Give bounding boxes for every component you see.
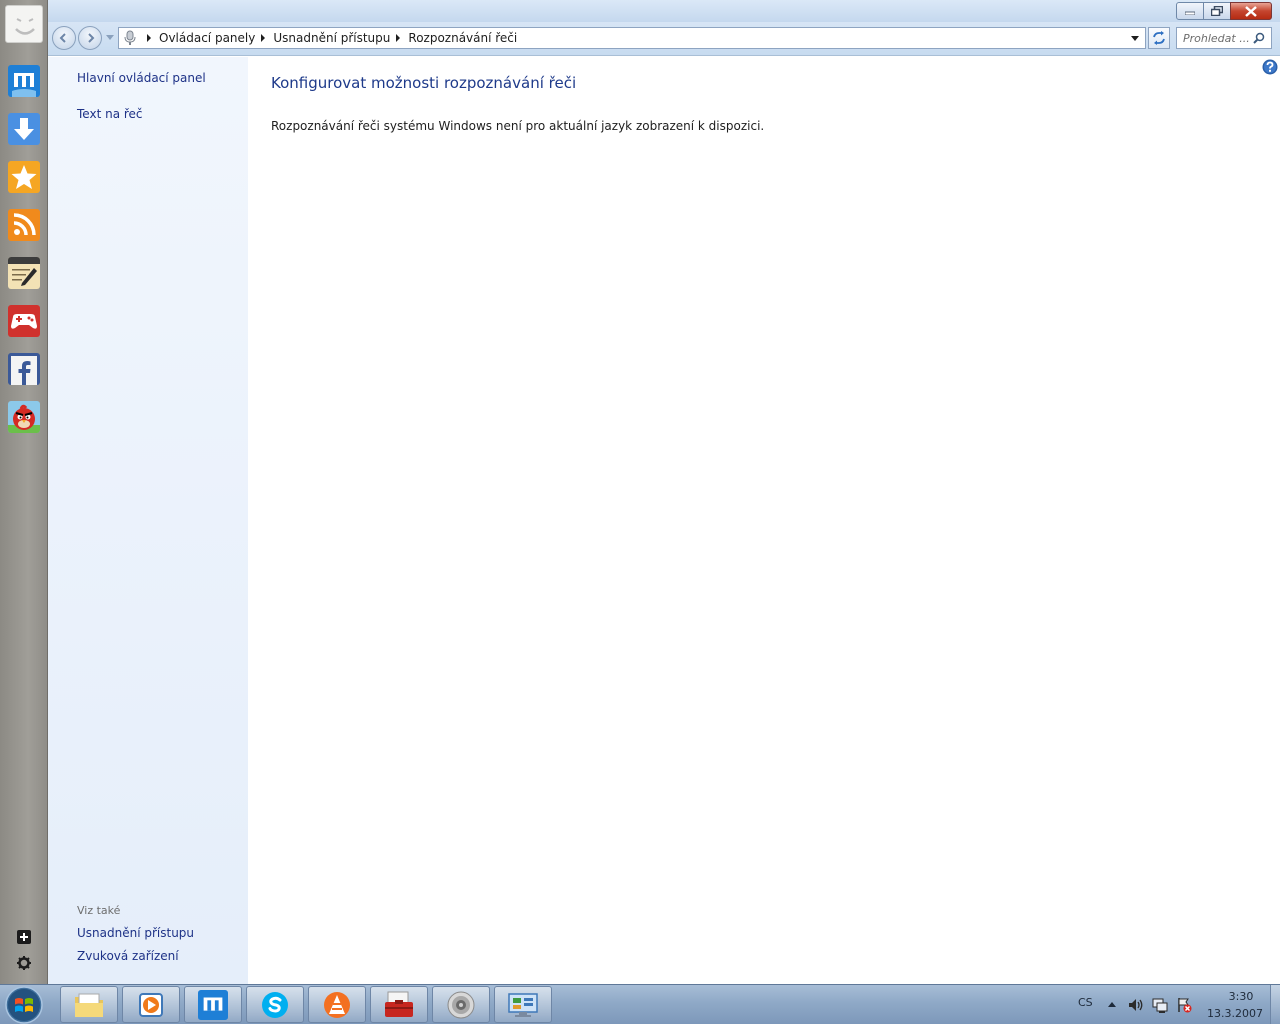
breadcrumb-ease-of-access[interactable]: Usnadnění přístupu xyxy=(273,31,390,45)
maxthon-icon[interactable] xyxy=(8,65,40,97)
task-pane: Hlavní ovládací panel Text na řeč Viz ta… xyxy=(48,57,248,984)
help-icon[interactable] xyxy=(1262,59,1278,75)
angry-birds-icon[interactable] xyxy=(8,401,40,433)
maxthon-icon xyxy=(198,989,228,1020)
rss-icon[interactable] xyxy=(8,209,40,241)
language-indicator[interactable]: CS xyxy=(1078,996,1093,1009)
taskbar-file-explorer[interactable] xyxy=(60,986,118,1023)
system-tray: CS 3:30 13.3.2007 xyxy=(1066,985,1280,1024)
notes-icon[interactable] xyxy=(8,257,40,289)
smiley-avatar-icon[interactable] xyxy=(5,5,43,43)
link-sound-devices[interactable]: Zvuková zařízení xyxy=(77,949,179,963)
taskbar-media-player[interactable] xyxy=(122,986,180,1023)
add-app-icon[interactable] xyxy=(16,929,32,945)
forward-button[interactable] xyxy=(78,26,102,50)
link-text-to-speech[interactable]: Text na řeč xyxy=(77,107,143,121)
restore-button[interactable] xyxy=(1203,2,1231,20)
action-center-alert-icon[interactable] xyxy=(1176,997,1192,1013)
speaker-icon xyxy=(447,991,475,1018)
facebook-icon[interactable] xyxy=(8,353,40,385)
microphone-icon xyxy=(124,30,136,45)
windows-start-icon[interactable] xyxy=(2,985,46,1024)
toolbox-icon xyxy=(385,991,413,1017)
network-icon[interactable] xyxy=(1152,997,1168,1013)
control-panel-window: Ovládací panely Usnadnění přístupu Rozpo… xyxy=(48,0,1280,984)
clock-date[interactable]: 13.3.2007 xyxy=(1204,1007,1266,1020)
taskbar-maxthon[interactable] xyxy=(184,986,242,1023)
breadcrumb-separator[interactable] xyxy=(147,34,151,42)
arrow-right-icon xyxy=(88,33,95,43)
download-icon[interactable] xyxy=(8,113,40,145)
search-input[interactable] xyxy=(1177,31,1253,45)
taskbar-sound[interactable] xyxy=(432,986,490,1023)
breadcrumb-control-panel[interactable]: Ovládací panely xyxy=(159,31,255,45)
title-bar[interactable] xyxy=(48,0,1280,22)
back-button[interactable] xyxy=(52,26,76,50)
taskbar-skype[interactable] xyxy=(246,986,304,1023)
link-ease-of-access[interactable]: Usnadnění přístupu xyxy=(77,926,194,940)
media-player-icon xyxy=(139,992,163,1017)
arrow-left-icon xyxy=(59,33,66,43)
minimize-button[interactable] xyxy=(1176,2,1204,20)
page-title: Konfigurovat možnosti rozpoznávání řeči xyxy=(271,74,577,92)
minimize-icon xyxy=(1185,11,1195,15)
recent-pages-chevron-icon[interactable] xyxy=(106,35,114,40)
control-panel-icon xyxy=(508,992,538,1017)
gamepad-icon[interactable] xyxy=(8,305,40,337)
taskbar-control-panel[interactable] xyxy=(494,986,552,1023)
restore-icon xyxy=(1211,6,1223,16)
vlc-icon xyxy=(324,991,350,1018)
skype-icon xyxy=(262,991,288,1018)
taskbar-vlc[interactable] xyxy=(308,986,366,1023)
star-icon[interactable] xyxy=(8,161,40,193)
show-hidden-icons-chevron-icon[interactable] xyxy=(1108,1002,1116,1007)
file-explorer-icon xyxy=(75,993,103,1017)
show-desktop-button[interactable] xyxy=(1270,985,1280,1024)
taskbar-toolbox[interactable] xyxy=(370,986,428,1023)
clock-time[interactable]: 3:30 xyxy=(1216,990,1266,1003)
main-content: Konfigurovat možnosti rozpoznávání řeči … xyxy=(248,57,1280,984)
search-icon[interactable] xyxy=(1253,32,1265,44)
see-also-heading: Viz také xyxy=(77,904,121,917)
app-dock xyxy=(0,0,48,984)
navigation-bar: Ovládací panely Usnadnění přístupu Rozpo… xyxy=(48,22,1280,56)
refresh-button[interactable] xyxy=(1148,27,1170,49)
close-icon xyxy=(1245,5,1257,17)
volume-icon[interactable] xyxy=(1128,997,1144,1013)
search-box[interactable] xyxy=(1176,27,1272,49)
breadcrumb-separator[interactable] xyxy=(396,34,401,42)
refresh-icon xyxy=(1153,31,1165,45)
taskbar: CS 3:30 13.3.2007 xyxy=(0,984,1280,1024)
caption-buttons xyxy=(1176,2,1272,20)
address-dropdown-icon[interactable] xyxy=(1131,36,1139,41)
close-button[interactable] xyxy=(1230,2,1272,20)
address-bar[interactable]: Ovládací panely Usnadnění přístupu Rozpo… xyxy=(118,27,1146,49)
breadcrumb-speech-recognition[interactable]: Rozpoznávání řeči xyxy=(408,31,517,45)
unavailable-message: Rozpoznávání řeči systému Windows není p… xyxy=(271,119,765,133)
breadcrumb-separator[interactable] xyxy=(261,34,266,42)
link-control-panel-home[interactable]: Hlavní ovládací panel xyxy=(77,71,206,85)
gear-icon[interactable] xyxy=(16,955,32,971)
